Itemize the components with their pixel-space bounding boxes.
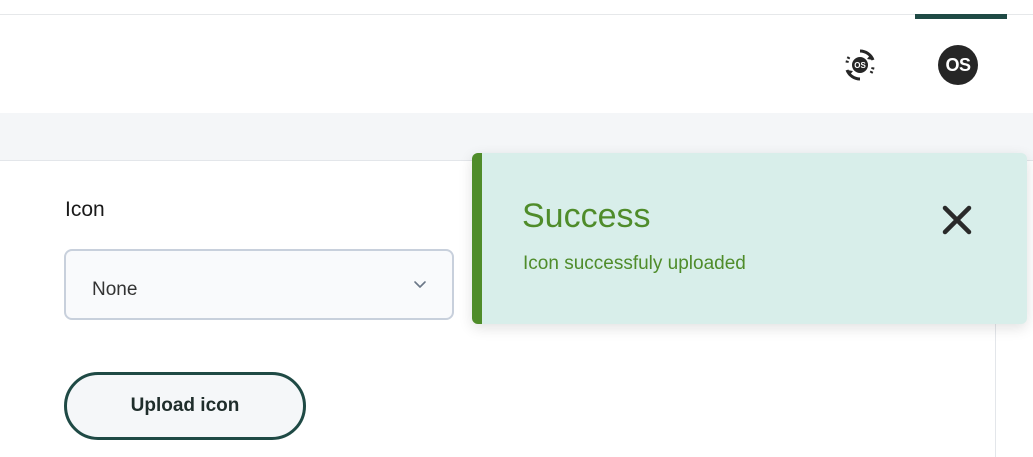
toast-close-button[interactable]	[938, 201, 976, 239]
top-header: OS OS	[0, 0, 1033, 113]
success-toast: Success Icon successfuly uploaded	[472, 153, 1027, 324]
sync-icon: OS	[845, 49, 875, 81]
os-badge-icon: OS	[938, 45, 978, 85]
svg-text:OS: OS	[854, 61, 866, 70]
upload-icon-button[interactable]: Upload icon	[64, 372, 306, 440]
active-tab-indicator	[915, 14, 1007, 19]
sync-button[interactable]: OS	[838, 43, 882, 87]
chevron-down-icon	[414, 281, 426, 288]
toast-title: Success	[522, 197, 651, 235]
os-account-button[interactable]: OS	[936, 43, 980, 87]
toast-accent-bar	[472, 153, 482, 324]
icon-select-value: None	[92, 279, 138, 300]
os-badge-label: OS	[945, 55, 971, 75]
icon-select[interactable]: None	[64, 249, 454, 320]
toast-message: Icon successfuly uploaded	[523, 253, 746, 274]
close-icon	[942, 205, 972, 235]
icon-field-label: Icon	[65, 198, 105, 221]
header-divider	[0, 14, 1033, 15]
